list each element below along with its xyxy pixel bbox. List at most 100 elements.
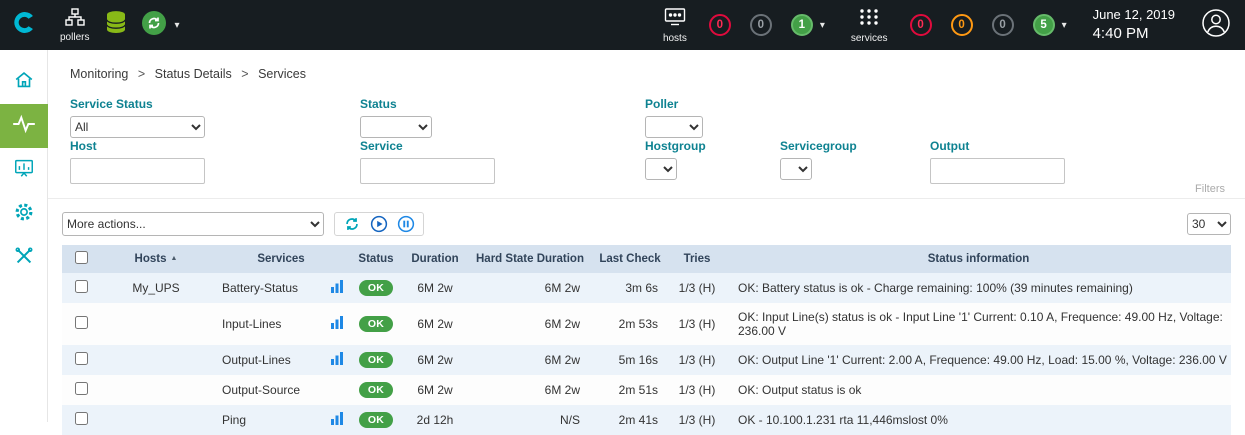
breadcrumb-separator: > [241,67,248,81]
quick-actions-group [334,212,424,236]
status-counter-green[interactable]: 1 [791,14,813,36]
status-select[interactable] [360,116,432,138]
host-cell [100,405,212,435]
poller-select[interactable] [645,116,703,138]
row-checkbox-cell [62,375,100,405]
service-status-select[interactable]: All [70,116,205,138]
pollers-menu[interactable]: pollers [60,8,89,43]
status-information-cell: OK - 10.100.1.231 rta 11,446mslost 0% [726,405,1231,435]
services-label: services [851,33,888,44]
status-counter-green[interactable]: 5 [1033,14,1055,36]
host-cell[interactable]: My_UPS [100,273,212,303]
status-counter-red[interactable]: 0 [709,14,731,36]
service-cell[interactable]: Battery-Status [212,273,324,303]
host-input[interactable] [70,158,205,184]
row-checkbox-cell [62,345,100,375]
service-cell[interactable]: Output-Source [212,375,324,405]
row-checkbox[interactable] [75,382,88,395]
sidebar-item-home[interactable] [0,60,48,104]
status-badge: OK [359,382,393,398]
status-badge: OK [359,352,393,368]
sidebar-item-reporting[interactable] [0,148,48,192]
poller-label: Poller [645,97,703,111]
status-counter-gray[interactable]: 0 [750,14,772,36]
status-counter-red[interactable]: 0 [910,14,932,36]
breadcrumb-services[interactable]: Services [258,67,306,81]
report-chart-icon [13,157,35,184]
chevron-down-icon[interactable]: ▾ [1062,20,1067,31]
user-menu[interactable] [1201,8,1231,43]
last-check-cell: 3m 6s [592,273,668,303]
hostgroup-select[interactable] [645,158,677,180]
graph-icon[interactable] [331,414,343,428]
graph-cell[interactable] [324,345,350,375]
service-cell[interactable]: Ping [212,405,324,435]
status-cell: OK [350,303,402,345]
column-header-status[interactable]: Status [350,245,402,273]
sidebar-item-monitoring[interactable] [0,104,48,148]
duration-cell: 6M 2w [402,273,468,303]
column-header-hosts[interactable]: Hosts▲ [100,245,212,273]
tries-cell: 1/3 (H) [668,303,726,345]
database-status[interactable] [105,10,127,40]
last-check-cell: 5m 16s [592,345,668,375]
column-header-status-information[interactable]: Status information [726,245,1231,273]
column-header-hard-state-duration[interactable]: Hard State Duration [468,245,592,273]
output-input[interactable] [930,158,1065,184]
breadcrumb-monitoring[interactable]: Monitoring [70,67,128,81]
last-check-cell: 2m 41s [592,405,668,435]
host-label: Host [70,139,205,153]
services-badges: 0005 [910,14,1055,36]
centreon-logo[interactable] [0,0,48,50]
service-input[interactable] [360,158,495,184]
row-checkbox[interactable] [75,316,88,329]
servicegroup-select[interactable] [780,158,812,180]
row-checkbox[interactable] [75,280,88,293]
hostgroup-label: Hostgroup [645,139,706,153]
row-checkbox[interactable] [75,352,88,365]
pause-icon[interactable] [397,215,415,233]
service-cell[interactable]: Input-Lines [212,303,324,345]
sidebar-item-administration[interactable] [0,236,48,280]
graph-icon[interactable] [331,318,343,332]
services-menu[interactable]: services [851,7,888,44]
more-actions-select[interactable]: More actions... [62,212,324,236]
poller-state-indicator[interactable] [141,10,167,41]
row-checkbox[interactable] [75,412,88,425]
home-icon [13,69,35,96]
status-information-cell: OK: Output status is ok [726,375,1231,405]
tries-cell: 1/3 (H) [668,345,726,375]
hosts-menu[interactable]: hosts [663,7,687,44]
graph-cell[interactable] [324,405,350,435]
current-date: June 12, 2019 [1093,7,1175,24]
column-header-tries[interactable]: Tries [668,245,726,273]
chevron-down-icon[interactable]: ▾ [820,20,825,31]
pollers-icon [65,8,85,29]
actions-toolbar: More actions... 30 [62,212,1231,236]
host-cell [100,375,212,405]
graph-icon[interactable] [331,282,343,296]
sidebar-item-configuration[interactable] [0,192,48,236]
graph-icon[interactable] [331,354,343,368]
filter-panel: Service Status All Status Poller Host Se… [48,95,1245,199]
tries-cell: 1/3 (H) [668,273,726,303]
service-cell[interactable]: Output-Lines [212,345,324,375]
status-badge: OK [359,412,393,428]
page-size-select[interactable]: 30 [1187,213,1231,235]
table-row: Output-SourceOK6M 2w6M 2w2m 51s1/3 (H)OK… [62,375,1231,405]
chevron-down-icon[interactable]: ▾ [174,20,179,31]
graph-cell[interactable] [324,303,350,345]
hard-state-duration-cell: 6M 2w [468,303,592,345]
column-header-services[interactable]: Services [212,245,350,273]
status-counter-orange[interactable]: 0 [951,14,973,36]
duration-cell: 6M 2w [402,375,468,405]
status-counter-gray[interactable]: 0 [992,14,1014,36]
select-all-checkbox[interactable] [75,251,88,264]
column-header-last-check[interactable]: Last Check [592,245,668,273]
refresh-icon[interactable] [343,215,361,233]
filters-caption[interactable]: Filters [1195,183,1225,195]
play-icon[interactable] [370,215,388,233]
breadcrumb-status-details[interactable]: Status Details [155,67,232,81]
column-header-duration[interactable]: Duration [402,245,468,273]
graph-cell[interactable] [324,273,350,303]
